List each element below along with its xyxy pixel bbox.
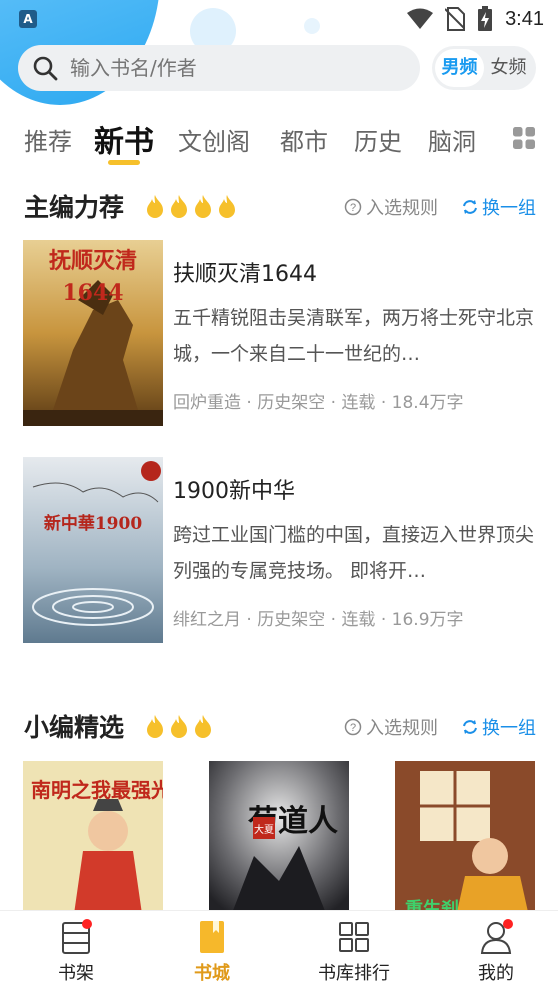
cover-badge: 大夏 xyxy=(254,823,274,836)
wifi-icon xyxy=(407,8,434,29)
book-item[interactable]: 抚顺灭清 1644 扶顺灭清1644 五千精锐阻击吴清联军，两万将士死守北京城，… xyxy=(23,240,535,426)
refresh-icon xyxy=(463,720,477,734)
book-cover[interactable]: 南明之我最强光 xyxy=(23,761,163,921)
cover-art: 新中華1900 xyxy=(23,457,163,643)
tab-recommend[interactable]: 推荐 xyxy=(24,122,72,157)
cover-art: 南明之我最强光 xyxy=(23,761,163,921)
ranking-grid-icon xyxy=(339,922,369,952)
cover-art: 重生刹 xyxy=(395,761,535,921)
rules-label: 入选规则 xyxy=(366,198,438,219)
cover-title: 南明之我最强光 xyxy=(31,778,163,802)
cover-title: 抚顺灭清 xyxy=(49,248,137,274)
tab-new-books[interactable]: 新书 xyxy=(94,117,154,161)
nav-label: 我的 xyxy=(478,963,514,984)
book-word-count: 18.4万字 xyxy=(391,393,464,413)
nav-ranking[interactable]: 书库排行 xyxy=(294,919,414,985)
flame-icon xyxy=(147,715,163,738)
bookstore-icon xyxy=(200,921,224,953)
flame-icon xyxy=(219,195,235,218)
search-input[interactable] xyxy=(70,56,370,80)
app-screen: A 3:41 男频 女频 推荐 新 xyxy=(0,0,558,992)
profile-icon xyxy=(480,919,513,954)
book-description: 五千精锐阻击吴清联军，两万将士死守北京城，一个来自二十一世纪的… xyxy=(173,307,535,365)
staff-picks-header: 小编精选 ? 入选规则 换一组 xyxy=(24,708,536,744)
book-description: 跨过工业国门槛的中国，直接迈入世界顶尖列强的专属竞技场。 即将开… xyxy=(173,524,535,582)
battery-charging-icon xyxy=(478,6,493,31)
cover-title: 新中華1900 xyxy=(44,513,142,534)
all-categories-grid-icon[interactable] xyxy=(512,126,536,150)
search-bar[interactable] xyxy=(18,45,420,91)
book-meta: 绯红之月 · 历史架空 · 连载 · 16.9万字 xyxy=(173,610,464,630)
flame-icon xyxy=(195,715,211,738)
section-title: 小编精选 xyxy=(24,713,125,742)
book-cover[interactable]: 重生刹 xyxy=(395,761,535,921)
book-word-count: 16.9万字 xyxy=(391,610,464,630)
book-info: 1900新中华 跨过工业国门槛的中国，直接迈入世界顶尖列强的专属竞技场。 即将开… xyxy=(173,457,535,630)
nav-label: 书架 xyxy=(58,963,94,984)
book-status: 连载 xyxy=(341,610,376,630)
book-cover[interactable]: 新中華1900 xyxy=(23,457,163,643)
book-cover[interactable]: 抚顺灭清 1644 xyxy=(23,240,163,426)
refresh-button[interactable]: 换一组 xyxy=(462,714,536,740)
flame-icon xyxy=(195,195,211,218)
bottom-navigation: 书架 书城 书库排行 我的 xyxy=(0,910,558,992)
question-icon: ? xyxy=(344,198,362,216)
nav-label: 书库排行 xyxy=(318,963,390,984)
rules-label: 入选规则 xyxy=(366,718,438,739)
book-status: 连载 xyxy=(341,393,376,413)
status-icons: 3:41 xyxy=(407,6,544,32)
cover-year: 1644 xyxy=(62,280,123,306)
book-author: 回炉重造 xyxy=(173,393,241,413)
app-notification-icon: A xyxy=(19,10,37,28)
section-title: 主编力荐 xyxy=(24,193,125,222)
refresh-label: 换一组 xyxy=(482,198,536,219)
tab-history[interactable]: 历史 xyxy=(354,122,402,157)
nav-profile[interactable]: 我的 xyxy=(436,919,556,985)
book-author: 绯红之月 xyxy=(173,610,241,630)
hot-rating xyxy=(144,714,214,738)
refresh-icon xyxy=(463,200,477,214)
tab-brainhole[interactable]: 脑洞 xyxy=(428,122,476,157)
book-title: 1900新中华 xyxy=(173,479,295,504)
nav-bookstore[interactable]: 书城 xyxy=(152,919,272,985)
bookshelf-icon xyxy=(62,919,92,954)
staff-picks-row: 南明之我最强光 苟道人 大夏 xyxy=(23,761,535,921)
selection-rules-link[interactable]: ? 入选规则 xyxy=(344,194,438,220)
refresh-button[interactable]: 换一组 xyxy=(462,194,536,220)
book-info: 扶顺灭清1644 五千精锐阻击吴清联军，两万将士死守北京城，一个来自二十一世纪的… xyxy=(173,240,535,413)
tab-urban[interactable]: 都市 xyxy=(280,122,328,157)
book-category: 历史架空 xyxy=(257,610,326,630)
selection-rules-link[interactable]: ? 入选规则 xyxy=(344,714,438,740)
book-category: 历史架空 xyxy=(257,393,326,413)
flame-icon xyxy=(147,195,163,218)
book-item[interactable]: 新中華1900 1900新中华 跨过工业国门槛的中国，直接迈入世界顶尖列强的专属… xyxy=(23,457,535,643)
clock-time: 3:41 xyxy=(505,7,544,30)
flame-icon xyxy=(171,195,187,218)
male-channel-button[interactable]: 男频 xyxy=(435,49,484,87)
gender-toggle[interactable]: 男频 女频 xyxy=(432,46,536,90)
book-cover[interactable]: 苟道人 大夏 xyxy=(209,761,349,921)
active-tab-indicator xyxy=(108,160,140,165)
nav-label: 书城 xyxy=(194,963,230,984)
category-tabs: 推荐 新书 文创阁 都市 历史 脑洞 xyxy=(0,112,558,172)
search-icon xyxy=(33,56,58,81)
no-sim-icon xyxy=(445,7,466,31)
female-channel-button[interactable]: 女频 xyxy=(484,49,533,87)
svg-text:?: ? xyxy=(350,202,356,214)
book-meta: 回炉重造 · 历史架空 · 连载 · 18.4万字 xyxy=(173,393,464,413)
refresh-label: 换一组 xyxy=(482,718,536,739)
question-icon: ? xyxy=(344,718,362,736)
status-bar: A 3:41 xyxy=(0,0,558,38)
book-title: 扶顺灭清1644 xyxy=(173,262,317,287)
tab-wenchuangge[interactable]: 文创阁 xyxy=(178,122,250,157)
flame-icon xyxy=(171,715,187,738)
svg-text:?: ? xyxy=(350,722,356,734)
cover-art: 苟道人 大夏 xyxy=(209,761,349,921)
nav-bookshelf[interactable]: 书架 xyxy=(16,919,136,985)
hot-rating xyxy=(144,194,238,218)
editor-picks-header: 主编力荐 ? 入选规则 换一组 xyxy=(24,188,536,224)
cover-art: 抚顺灭清 1644 xyxy=(23,240,163,426)
